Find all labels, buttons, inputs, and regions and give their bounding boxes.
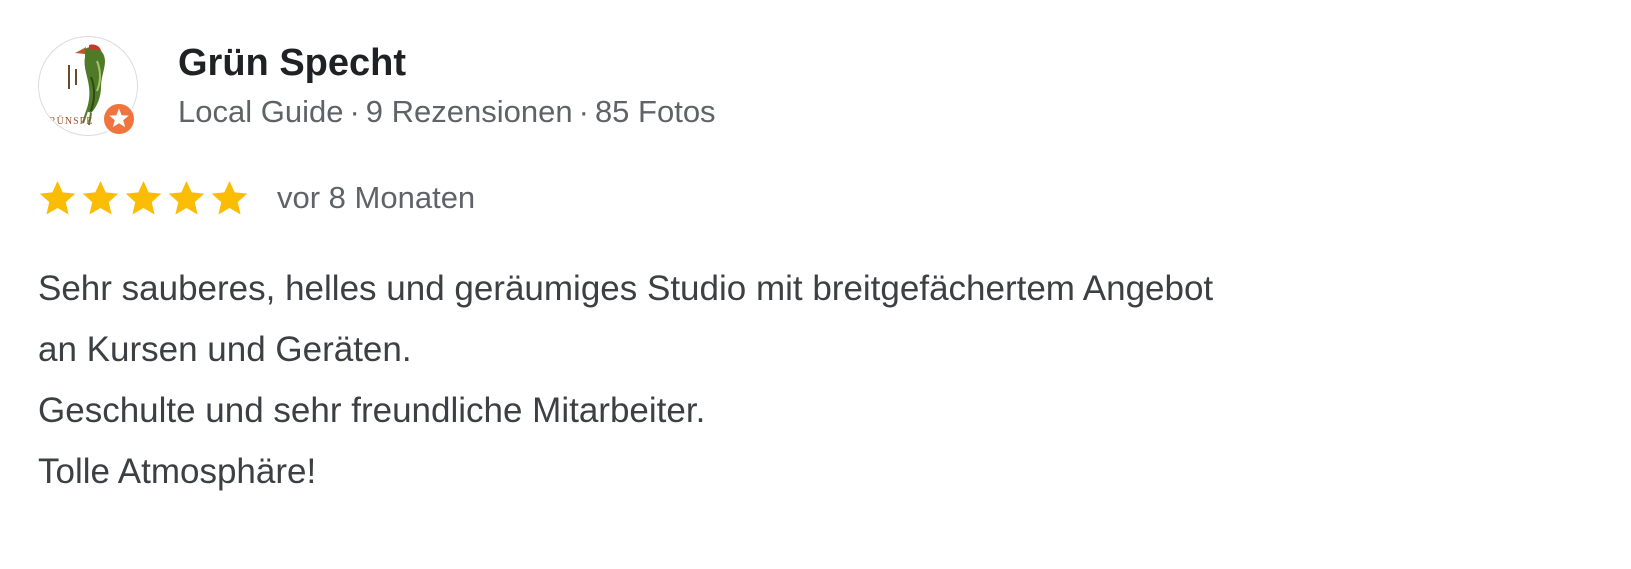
- review-text-line: Tolle Atmosphäre!: [38, 452, 317, 491]
- review-text-line: Geschulte und sehr freundliche Mitarbeit…: [38, 391, 706, 430]
- review-count: 9 Rezensionen: [365, 94, 573, 129]
- meta-separator: ·: [349, 94, 360, 129]
- star-filled-icon: [82, 180, 119, 214]
- star-filled-icon: [125, 180, 162, 214]
- local-guide-label: Local Guide: [178, 94, 344, 129]
- review-text: Sehr sauberes, helles und geräumiges Stu…: [38, 258, 1598, 502]
- review-text-line: an Kursen und Geräten.: [38, 330, 412, 369]
- review-text-line: Sehr sauberes, helles und geräumiges Stu…: [38, 269, 1214, 308]
- review-card: RÜNSPE Grün Specht Local Guide · 9 Rezensi…: [0, 0, 1631, 569]
- star-filled-icon: [168, 180, 205, 214]
- local-guide-star-icon: [102, 102, 136, 136]
- author-meta: Local Guide · 9 Rezensionen · 85 Fotos: [178, 92, 716, 132]
- meta-separator: ·: [578, 94, 589, 129]
- photo-count: 85 Fotos: [594, 94, 716, 129]
- star-filled-icon: [39, 180, 76, 214]
- avatar-logo-text: RÜNSPE: [49, 116, 94, 127]
- star-rating: [36, 177, 251, 220]
- review-time: vor 8 Monaten: [277, 180, 476, 215]
- author-avatar[interactable]: RÜNSPE: [38, 36, 138, 136]
- author-name[interactable]: Grün Specht: [178, 40, 406, 86]
- rating-row: vor 8 Monaten: [36, 174, 475, 222]
- star-filled-icon: [211, 180, 248, 214]
